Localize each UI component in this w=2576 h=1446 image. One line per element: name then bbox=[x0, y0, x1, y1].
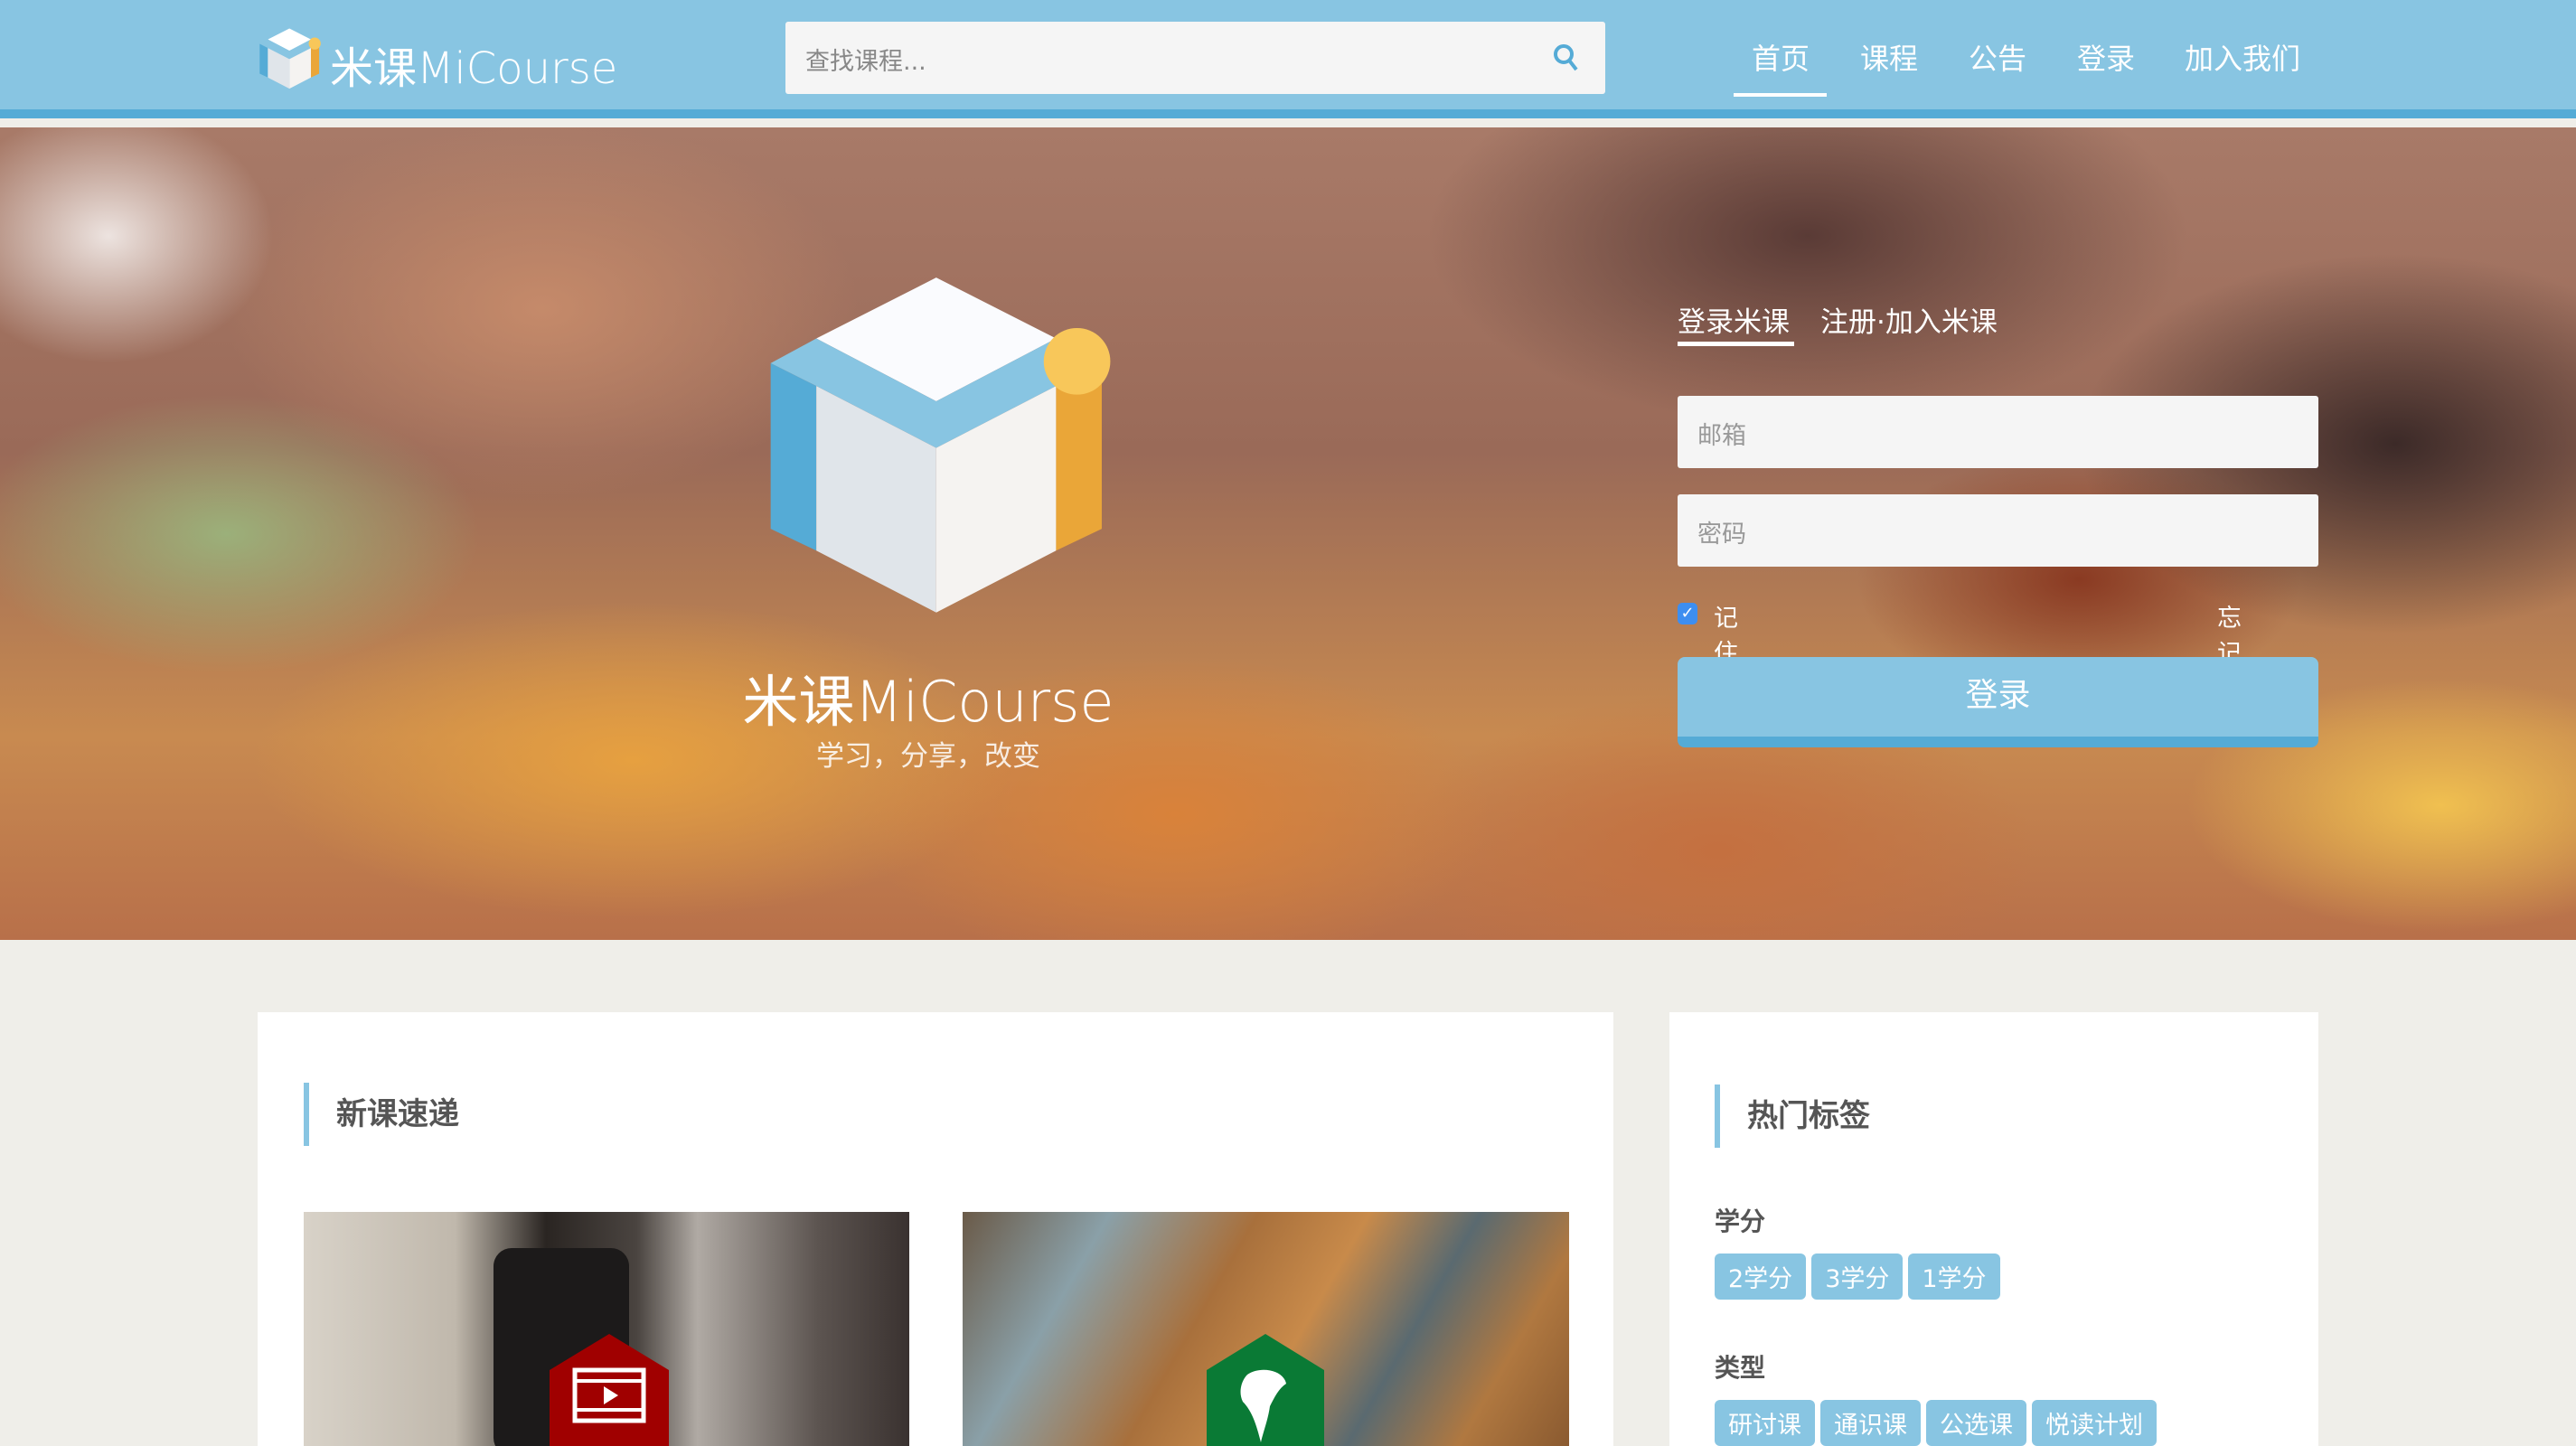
tab-register[interactable]: 注册·加入米课 bbox=[1820, 299, 1998, 340]
login-button-label: 登录 bbox=[1965, 677, 2031, 714]
tag-1-credit[interactable]: 1学分 bbox=[1908, 1254, 2000, 1300]
tab-login-underline bbox=[1678, 342, 1794, 346]
logo-text: 米课MiCourse bbox=[330, 43, 618, 94]
tag-group-credits-label: 学分 bbox=[1715, 1207, 1766, 1236]
nav-courses[interactable]: 课程 bbox=[1860, 36, 1918, 78]
hero-banner: 米课MiCourse 学习，分享，改变 登录米课 注册·加入米课 邮箱 密码 ✓… bbox=[0, 127, 2576, 940]
login-button[interactable]: 登录 bbox=[1678, 657, 2318, 747]
cube-logo-large-icon bbox=[770, 277, 1111, 613]
tag-reading-plan[interactable]: 悦读计划 bbox=[2032, 1400, 2157, 1446]
search-input[interactable]: 查找课程... bbox=[785, 22, 1605, 94]
tag-group-type-label: 类型 bbox=[1715, 1353, 1766, 1383]
nav-login[interactable]: 登录 bbox=[2077, 36, 2135, 78]
tab-login[interactable]: 登录米课 bbox=[1678, 299, 1790, 340]
password-field[interactable]: 密码 bbox=[1678, 494, 2318, 567]
hero-brand: 米课MiCourse bbox=[742, 669, 1114, 735]
hot-tags-card: 热门标签 学分 2学分 3学分 1学分 类型 研讨课 通识课 公选课 悦读计划 bbox=[1669, 1012, 2318, 1446]
tag-general[interactable]: 通识课 bbox=[1820, 1400, 1921, 1446]
nav-announcements[interactable]: 公告 bbox=[1969, 36, 2026, 78]
search-placeholder: 查找课程... bbox=[805, 48, 926, 76]
course-card-globe[interactable] bbox=[963, 1212, 1569, 1446]
tag-group-type: 研讨课 通识课 公选课 悦读计划 bbox=[1715, 1400, 2162, 1446]
top-navbar: 米课MiCourse 查找课程... 首页 课程 公告 登录 加入我们 bbox=[0, 0, 2576, 118]
search-icon[interactable] bbox=[1553, 43, 1580, 72]
tag-seminar[interactable]: 研讨课 bbox=[1715, 1400, 1815, 1446]
film-play-icon bbox=[550, 1334, 669, 1446]
tag-2-credits[interactable]: 2学分 bbox=[1715, 1254, 1807, 1300]
logo[interactable]: 米课MiCourse bbox=[258, 20, 617, 98]
nav-home[interactable]: 首页 bbox=[1752, 36, 1810, 78]
course-card-film[interactable] bbox=[304, 1212, 909, 1446]
email-field[interactable]: 邮箱 bbox=[1678, 396, 2318, 468]
tag-3-credits[interactable]: 3学分 bbox=[1811, 1254, 1904, 1300]
remember-checkbox[interactable]: ✓ bbox=[1678, 603, 1697, 624]
tag-group-credits: 2学分 3学分 1学分 bbox=[1715, 1254, 2006, 1300]
tag-elective[interactable]: 公选课 bbox=[1926, 1400, 2026, 1446]
hero-slogan: 学习，分享，改变 bbox=[816, 740, 1040, 773]
nav-active-underline bbox=[1734, 93, 1827, 97]
nav-join-us[interactable]: 加入我们 bbox=[2185, 36, 2300, 78]
new-courses-title: 新课速递 bbox=[304, 1083, 459, 1146]
hot-tags-title: 热门标签 bbox=[1715, 1084, 1870, 1148]
globe-icon bbox=[1207, 1334, 1324, 1446]
cube-logo-icon bbox=[259, 28, 321, 89]
new-courses-card: 新课速递 bbox=[258, 1012, 1613, 1446]
